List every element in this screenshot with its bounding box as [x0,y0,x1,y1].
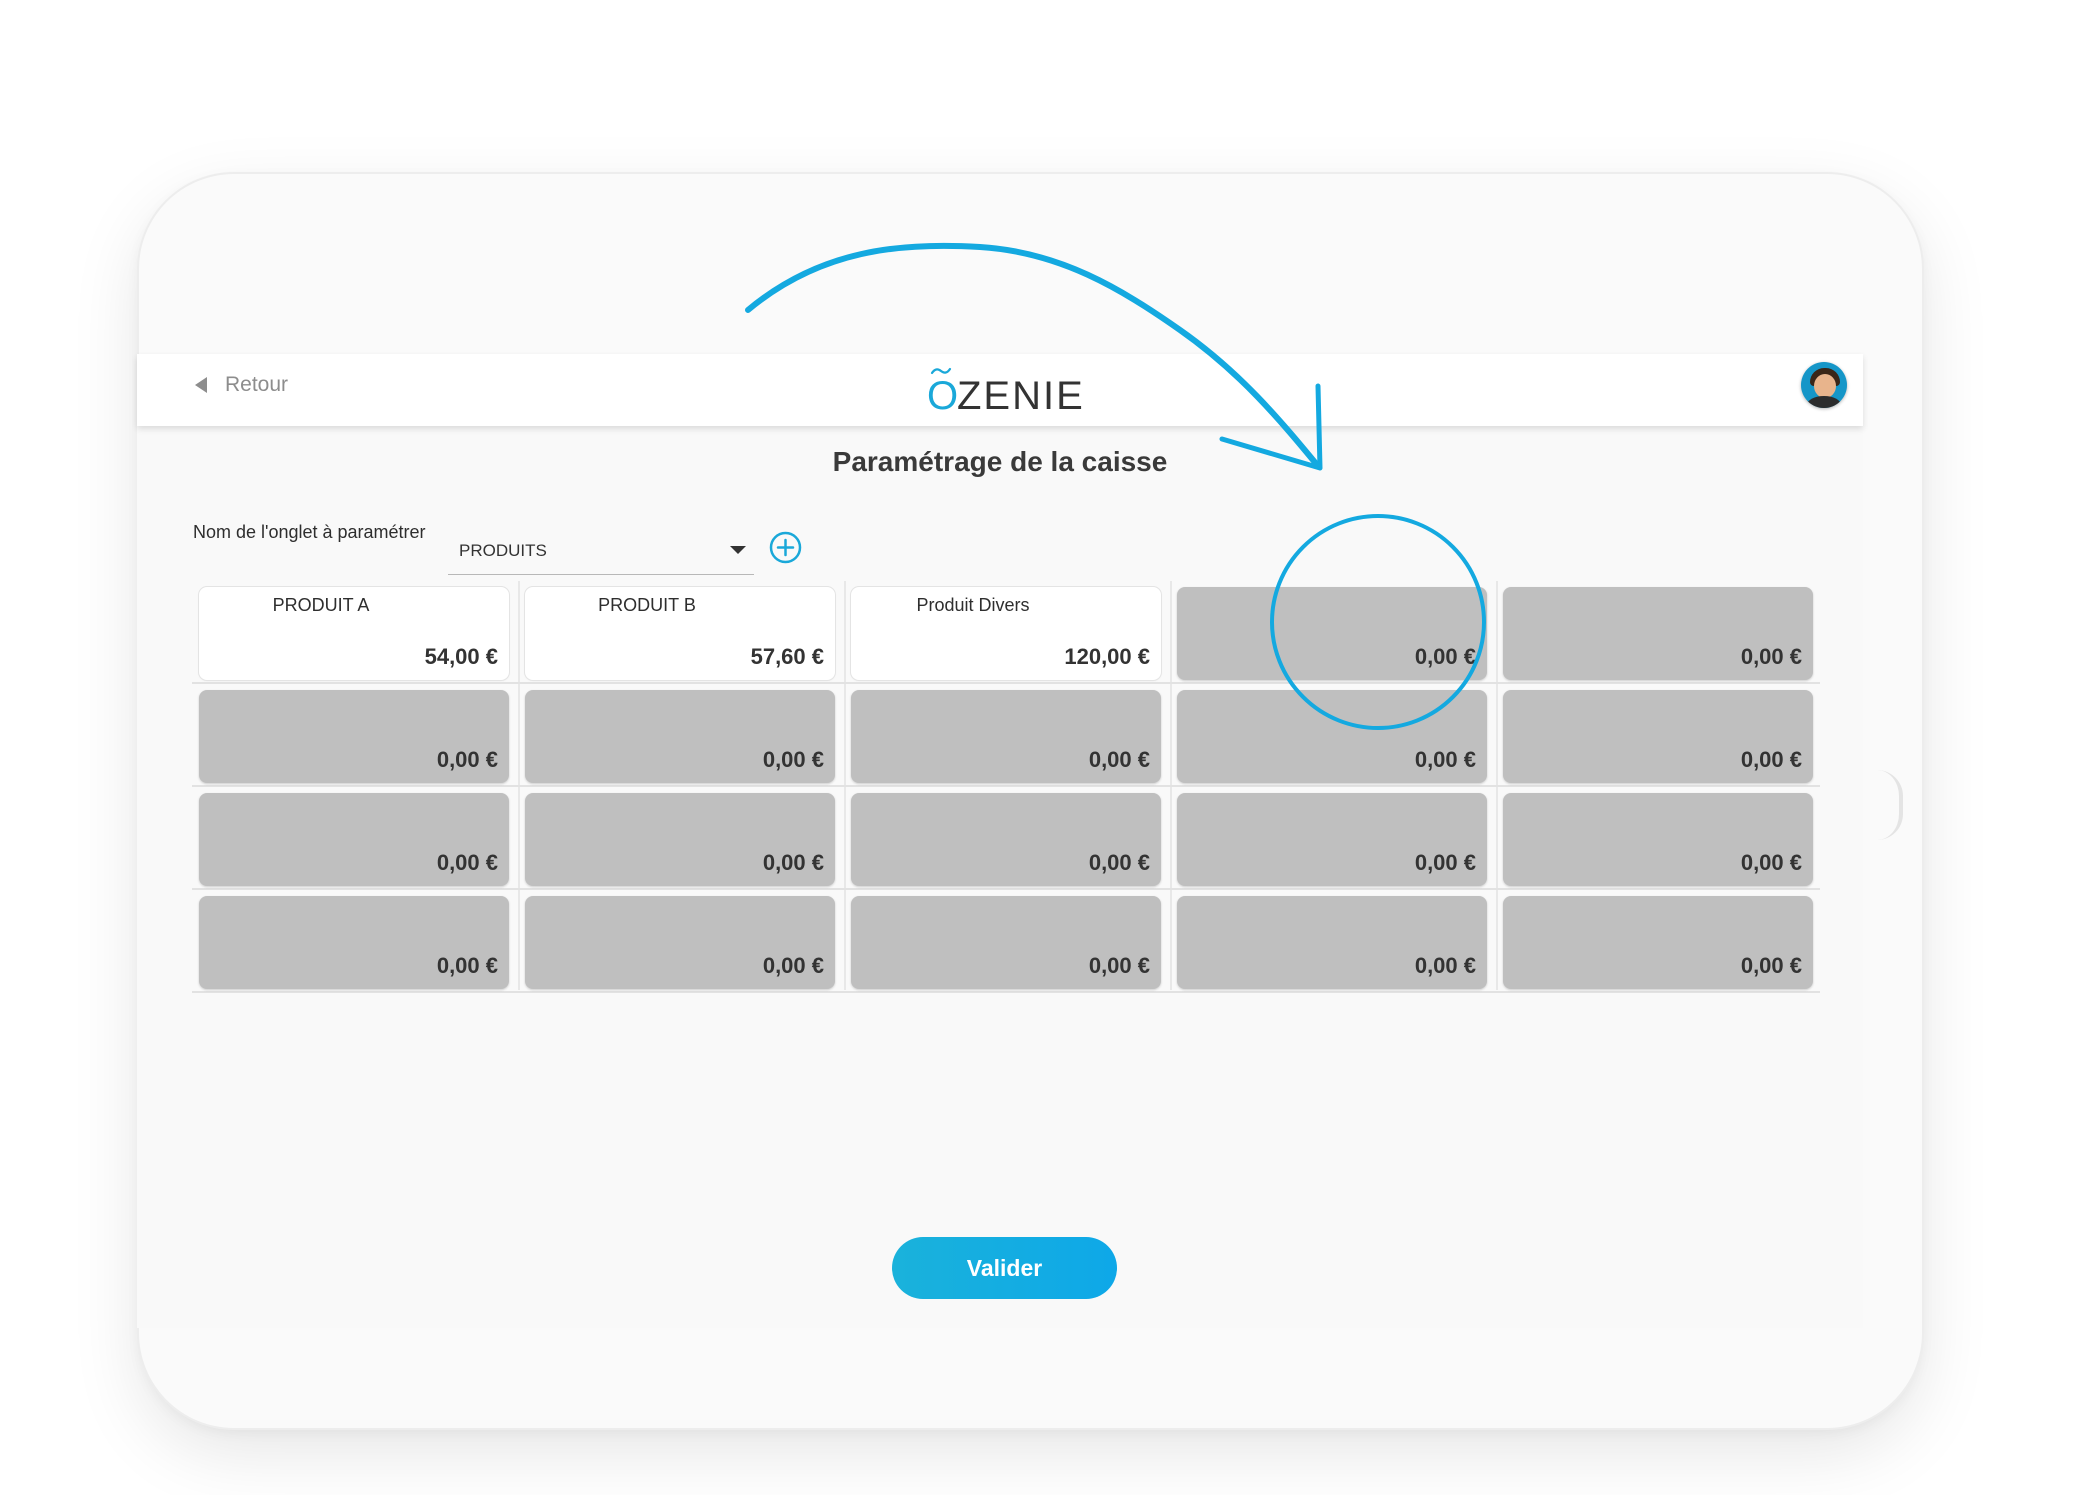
product-price: 0,00 € [436,747,498,772]
product-price: 0,00 € [1414,644,1476,669]
validate-button[interactable]: Valider [892,1237,1117,1299]
product-name: Produit Divers [916,595,1030,615]
tab-select-value: PRODUITS [459,541,547,560]
product-price: 0,00 € [1740,850,1802,875]
product-cell[interactable]: 0,00 € [1503,690,1813,783]
grid-row-divider [192,785,1820,787]
back-button[interactable]: Retour [195,368,288,402]
logo-text: ZENIE [957,374,1085,418]
product-cell[interactable]: 0,00 € [525,690,835,783]
product-cell[interactable]: 0,00 € [199,690,509,783]
product-price: 0,00 € [762,747,824,772]
product-price: 0,00 € [1414,850,1476,875]
page-title: Paramétrage de la caisse [832,446,1168,477]
product-cell[interactable]: 0,00 € [1177,896,1487,989]
product-name: PRODUIT B [598,595,696,615]
product-price: 54,00 € [424,644,498,669]
product-price: 0,00 € [436,850,498,875]
back-label: Retour [225,373,289,396]
product-cell[interactable]: 0,00 € [1503,587,1813,680]
avatar-body [1807,396,1841,408]
product-price: 0,00 € [1740,953,1802,978]
product-cell[interactable]: 0,00 € [1503,793,1813,886]
product-cell[interactable]: PRODUIT A 54,00 € [199,587,509,680]
product-cell[interactable]: 0,00 € [1177,690,1487,783]
product-cell[interactable]: 0,00 € [851,690,1161,783]
product-cell[interactable]: PRODUIT B 57,60 € [525,587,835,680]
product-cell[interactable]: 0,00 € [199,896,509,989]
product-cell[interactable]: 0,00 € [525,896,835,989]
product-price: 0,00 € [1740,747,1802,772]
product-price: 0,00 € [1414,953,1476,978]
caret-down-icon [730,546,746,554]
logo-first-letter: O [927,374,959,418]
avatar[interactable] [1801,362,1847,408]
app-screen: Retour O ZENIE Paramétrage de la caisse … [137,354,1863,1328]
product-cell[interactable]: 0,00 € [199,793,509,886]
product-price: 0,00 € [1414,747,1476,772]
tab-name-label: Nom de l'onglet à paramétrer [193,522,426,542]
product-cell[interactable]: 0,00 € [1177,793,1487,886]
product-price: 0,00 € [1088,850,1150,875]
product-price: 0,00 € [436,953,498,978]
grid-row-divider [192,682,1820,684]
product-name: PRODUIT A [272,595,370,615]
ozenie-logo: O ZENIE [927,367,1083,418]
product-price: 57,60 € [750,644,824,669]
triangle-left-icon [195,377,207,393]
product-price: 0,00 € [1088,747,1150,772]
product-price: 0,00 € [1088,953,1150,978]
product-grid: PRODUIT A 54,00 € PRODUIT B 57,60 € Produit … [192,581,1820,993]
product-cell[interactable]: 0,00 € [1177,587,1487,680]
top-bar: Retour O ZENIE [137,354,1863,426]
product-cell[interactable]: 0,00 € [525,793,835,886]
product-cell[interactable]: 0,00 € [851,793,1161,886]
product-price: 120,00 € [1064,644,1150,669]
avatar-face [1814,374,1836,398]
product-cell[interactable]: 0,00 € [1503,896,1813,989]
product-price: 0,00 € [1740,644,1802,669]
tab-select[interactable]: PRODUITS [448,524,754,575]
product-cell[interactable]: Produit Divers 120,00 € [851,587,1161,680]
grid-row-divider [192,991,1820,993]
product-price: 0,00 € [762,953,824,978]
product-cell[interactable]: 0,00 € [851,896,1161,989]
product-price: 0,00 € [762,850,824,875]
grid-row-divider [192,888,1820,890]
plus-circle-icon[interactable] [769,531,802,564]
